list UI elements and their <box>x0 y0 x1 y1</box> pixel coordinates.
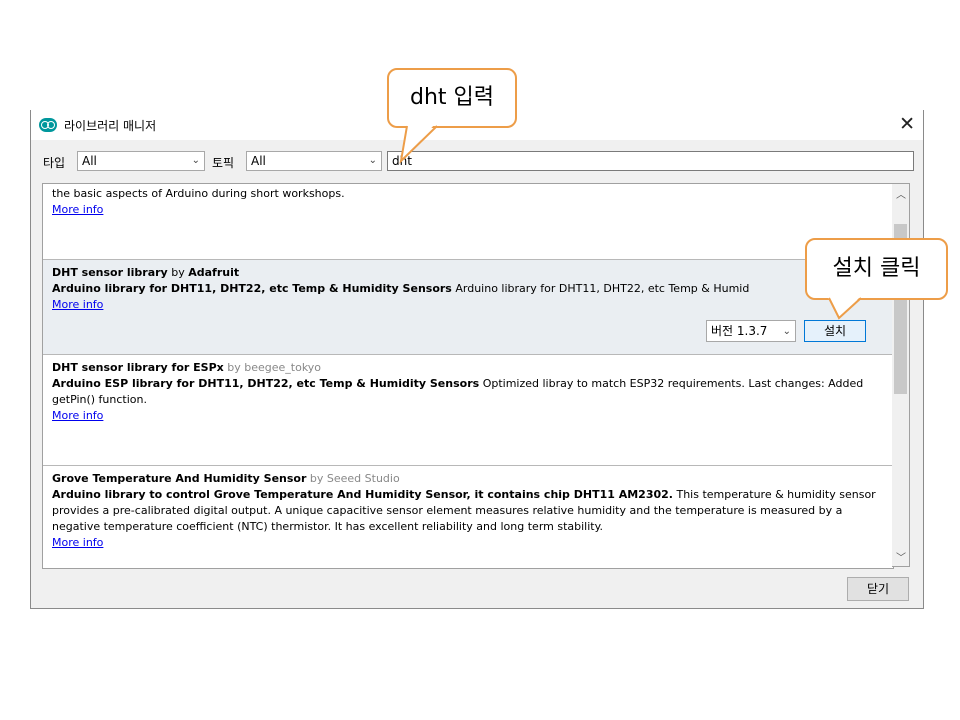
scroll-down-icon[interactable]: ﹀ <box>896 549 906 564</box>
filter-row: 타입 All ⌄ 토픽 All ⌄ dht <box>31 148 923 176</box>
callout-search: dht 입력 <box>387 68 517 164</box>
library-desc: Arduino library for DHT11, DHT22, etc Te… <box>455 282 750 295</box>
callout-install: 설치 클릭 <box>805 238 948 320</box>
callout-install-pointer <box>827 296 862 320</box>
library-name: DHT sensor library <box>52 266 168 279</box>
topic-select-value: All <box>251 154 266 168</box>
library-author: Adafruit <box>188 266 240 279</box>
callout-search-text: dht 입력 <box>409 85 494 110</box>
library-bold-desc: Arduino ESP library for DHT11, DHT22, et… <box>52 377 480 390</box>
library-list: the basic aspects of Arduino during shor… <box>42 183 894 569</box>
library-name: Grove Temperature And Humidity Sensor <box>52 472 307 485</box>
callout-search-pointer <box>399 124 438 164</box>
by-word: by <box>171 266 185 279</box>
close-button[interactable]: 닫기 <box>847 577 909 601</box>
list-item[interactable]: the basic aspects of Arduino during shor… <box>43 184 893 260</box>
chevron-down-icon: ⌄ <box>191 155 200 166</box>
list-item-grove-sensor[interactable]: Grove Temperature And Humidity Sensor by… <box>43 466 893 568</box>
library-bold-desc: Arduino library for DHT11, DHT22, etc Te… <box>52 282 452 295</box>
arduino-icon <box>39 118 57 132</box>
library-author: by beegee_tokyo <box>227 361 322 374</box>
scroll-up-icon[interactable]: ︿ <box>896 186 906 201</box>
list-item-dht-sensor-library-espx[interactable]: DHT sensor library for ESPx by beegee_to… <box>43 355 893 466</box>
chevron-down-icon: ⌄ <box>782 326 791 337</box>
type-label: 타입 <box>43 156 66 170</box>
type-select[interactable]: All ⌄ <box>77 151 205 171</box>
item-desc: the basic aspects of Arduino during shor… <box>52 187 345 200</box>
library-name: DHT sensor library for ESPx <box>52 361 224 374</box>
topic-select[interactable]: All ⌄ <box>246 151 382 171</box>
list-item-dht-sensor-library[interactable]: DHT sensor library by Adafruit Arduino l… <box>43 260 893 355</box>
close-icon[interactable]: ✕ <box>899 113 915 135</box>
more-info-link[interactable]: More info <box>52 409 103 422</box>
window-title: 라이브러리 매니저 <box>64 119 157 133</box>
library-author: by Seeed Studio <box>309 472 400 485</box>
chevron-down-icon: ⌄ <box>368 155 377 166</box>
callout-install-text: 설치 클릭 <box>832 256 921 281</box>
version-value: 버전 1.3.7 <box>711 324 768 338</box>
library-bold-desc: Arduino library to control Grove Tempera… <box>52 488 673 501</box>
topic-label: 토픽 <box>212 156 235 170</box>
type-select-value: All <box>82 154 97 168</box>
version-select[interactable]: 버전 1.3.7 ⌄ <box>706 320 796 342</box>
more-info-link[interactable]: More info <box>52 298 103 311</box>
more-info-link[interactable]: More info <box>52 536 103 549</box>
library-manager-window: 라이브러리 매니저 ✕ 타입 All ⌄ 토픽 All ⌄ dht the ba… <box>30 110 924 609</box>
more-info-link[interactable]: More info <box>52 203 103 216</box>
